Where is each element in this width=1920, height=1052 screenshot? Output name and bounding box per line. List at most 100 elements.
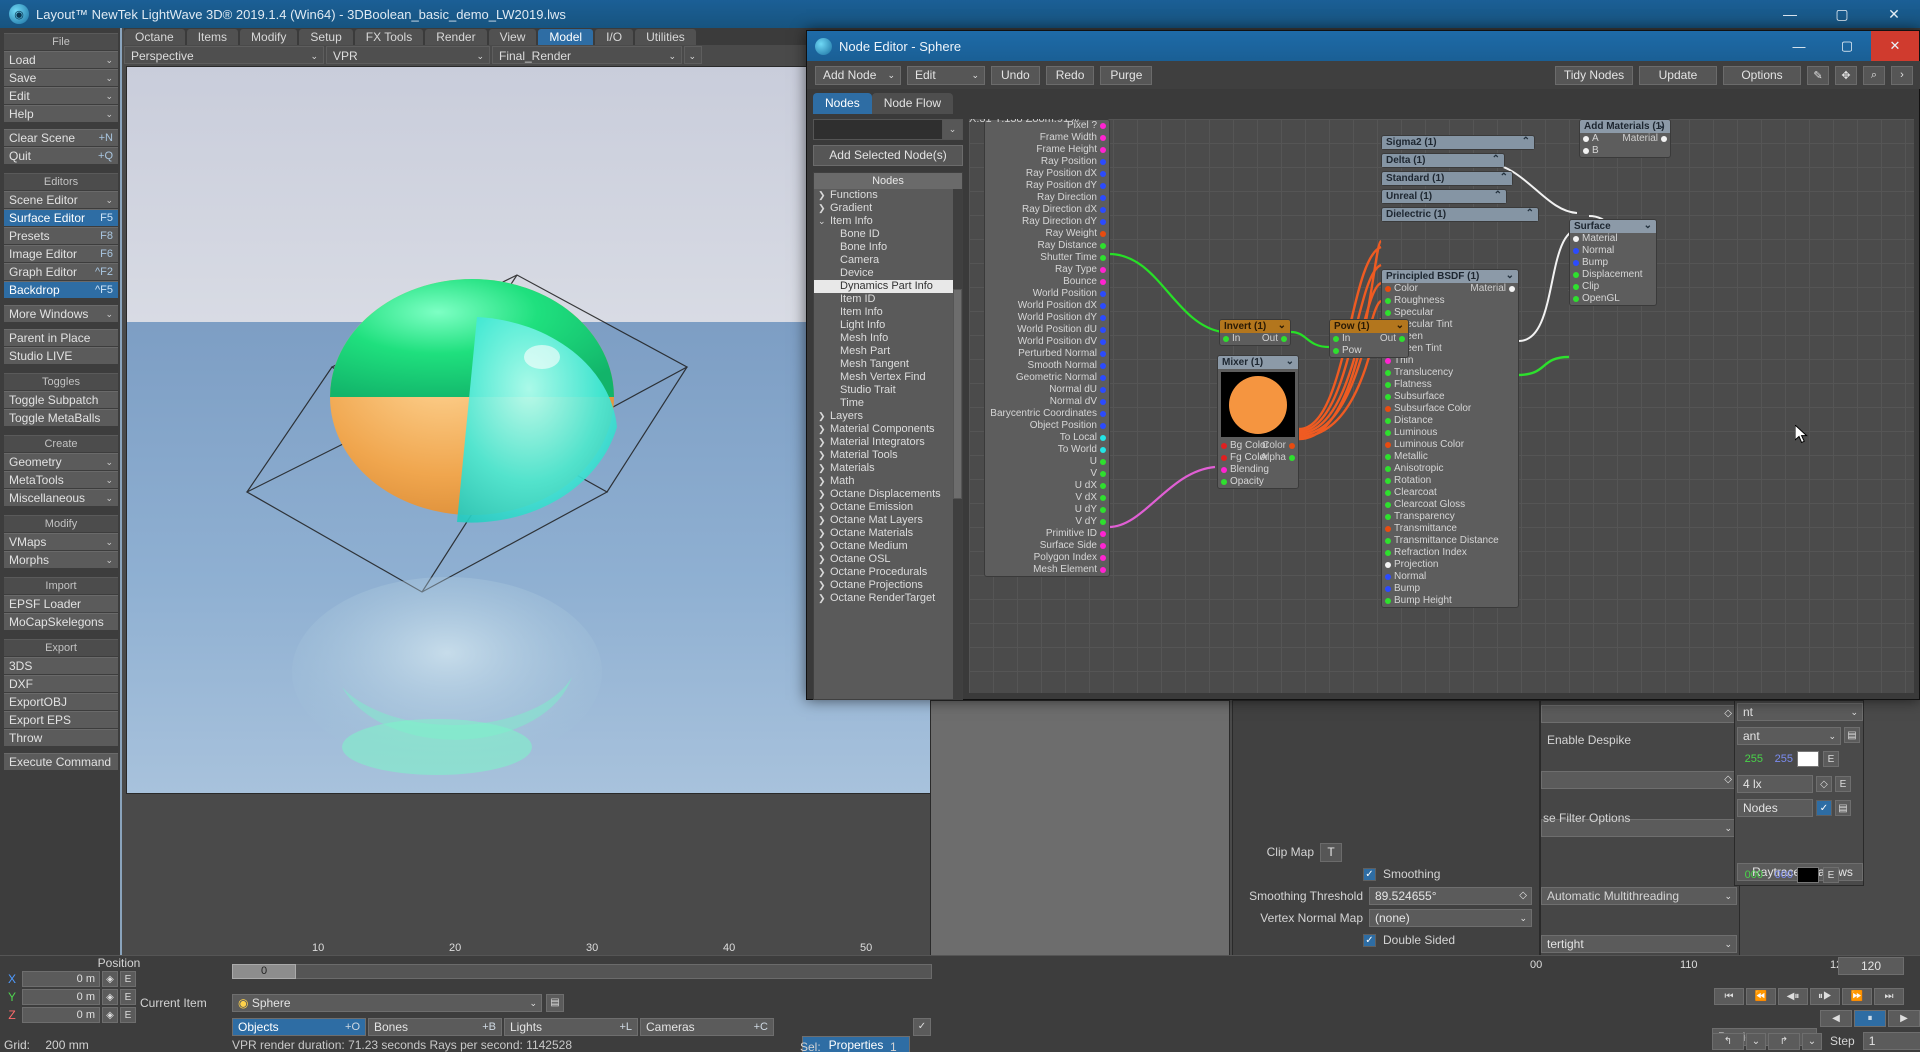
chevron-right-icon[interactable]: ›: [1891, 65, 1913, 85]
tab-model[interactable]: Model: [538, 29, 594, 45]
bsdf-port-flatness[interactable]: Flatness: [1382, 379, 1518, 391]
chevron-up-icon[interactable]: ⌃: [1494, 189, 1502, 202]
current-item-select[interactable]: ◉ Sphere ⌄: [232, 994, 542, 1012]
chevron-right-icon[interactable]: ❯: [818, 436, 830, 449]
tab-utilities[interactable]: Utilities: [635, 29, 696, 45]
input-port-v-dy[interactable]: V dY: [985, 516, 1109, 528]
node-tree-item-math[interactable]: ❯ Math: [814, 475, 962, 488]
input-port-surface-side[interactable]: Surface Side: [985, 540, 1109, 552]
node-tree-item-bone-id[interactable]: Bone ID: [814, 228, 962, 241]
node-tree-item-octane-osl[interactable]: ❯ Octane OSL: [814, 553, 962, 566]
chevron-right-icon[interactable]: ❯: [818, 449, 830, 462]
input-port-u[interactable]: U: [985, 456, 1109, 468]
chevron-up-icon[interactable]: ⌃: [1526, 207, 1534, 220]
bsdf-port-bump-height[interactable]: Bump Height: [1382, 595, 1518, 607]
edit-menu[interactable]: Edit ⌄: [907, 65, 985, 85]
tab-fx-tools[interactable]: FX Tools: [354, 29, 424, 45]
node-tree-item-light-info[interactable]: Light Info: [814, 319, 962, 332]
axis-key-icon[interactable]: ◈: [102, 989, 118, 1005]
input-port-world-position-dx[interactable]: World Position dX: [985, 300, 1109, 312]
node-tab-nodes[interactable]: Nodes: [813, 93, 872, 114]
watertight-select[interactable]: tertight ⌄: [1541, 935, 1737, 953]
input-port-ray-direction[interactable]: Ray Direction: [985, 192, 1109, 204]
invert-in-row[interactable]: In Out: [1220, 333, 1290, 345]
node-editor-maximize-button[interactable]: ▢: [1823, 31, 1871, 61]
chevron-down-icon[interactable]: ⌄: [1658, 119, 1666, 132]
update-button[interactable]: Update: [1639, 65, 1717, 85]
node-tab-node-flow[interactable]: Node Flow: [871, 93, 954, 114]
node-mixer[interactable]: Mixer (1) ⌄ Bg Color Color Fg Color Alpha Bl…: [1217, 355, 1299, 489]
bsdf-port-luminous[interactable]: Luminous: [1382, 427, 1518, 439]
transport-button-1[interactable]: ⏪: [1746, 988, 1776, 1005]
sidebar-item-quit[interactable]: Quit +Q: [4, 147, 118, 164]
bsdf-port-roughness[interactable]: Roughness: [1382, 295, 1518, 307]
node-tree-item-octane-displacements[interactable]: ❯ Octane Displacements: [814, 488, 962, 501]
bsdf-port-bump[interactable]: Bump: [1382, 583, 1518, 595]
chevron-right-icon[interactable]: ❯: [818, 514, 830, 527]
color-swatch[interactable]: [1797, 751, 1819, 767]
tab-octane[interactable]: Octane: [124, 29, 185, 45]
bsdf-port-luminous-color[interactable]: Luminous Color: [1382, 439, 1518, 451]
frame-thumb[interactable]: 0: [232, 964, 296, 979]
tab-items[interactable]: Items: [186, 29, 239, 45]
bsdf-port-subsurface[interactable]: Subsurface: [1382, 391, 1518, 403]
pin-icon[interactable]: ✎: [1807, 65, 1829, 85]
bsdf-port-clearcoat[interactable]: Clearcoat: [1382, 487, 1518, 499]
input-port-world-position-dy[interactable]: World Position dY: [985, 312, 1109, 324]
surface-port-material[interactable]: Material: [1570, 233, 1656, 245]
node-surface-header[interactable]: Surface ⌄: [1570, 220, 1656, 233]
sidebar-item-image-editor[interactable]: Image Editor F6: [4, 245, 118, 262]
chevron-down-icon[interactable]: ⌄: [1506, 269, 1514, 282]
input-port-u-dx[interactable]: U dX: [985, 480, 1109, 492]
view-mode-select[interactable]: Perspective ⌄: [124, 46, 324, 64]
sidebar-item-miscellaneous[interactable]: Miscellaneous ⌄: [4, 489, 118, 506]
node-tree-item-device[interactable]: Device: [814, 267, 962, 280]
transport-button-5[interactable]: ⏭: [1874, 988, 1904, 1005]
render-field-2[interactable]: ◇: [1541, 771, 1737, 789]
sidebar-item-throw[interactable]: Throw: [4, 729, 118, 746]
input-port-normal-dv[interactable]: Normal dV: [985, 396, 1109, 408]
input-port-ray-position-dx[interactable]: Ray Position dX: [985, 168, 1109, 180]
node-tree-item-octane-projections[interactable]: ❯ Octane Projections: [814, 579, 962, 592]
bsdf-port-anisotropic[interactable]: Anisotropic: [1382, 463, 1518, 475]
node-tree-item-item-info[interactable]: ⌄ Item Info: [814, 215, 962, 228]
chevron-up-icon[interactable]: ⌃: [1522, 135, 1530, 148]
node-delta[interactable]: Delta (1) ⌃: [1381, 153, 1505, 168]
input-port-ray-distance[interactable]: Ray Distance: [985, 240, 1109, 252]
node-dielectric-header[interactable]: Dielectric (1) ⌃: [1382, 208, 1538, 221]
node-standard-header[interactable]: Standard (1) ⌃: [1382, 172, 1512, 185]
render-target-select[interactable]: Final_Render ⌄: [492, 46, 682, 64]
node-graph-canvas[interactable]: X:31 Y:138 Zoom:91% Pixel ? Frame Width …: [969, 119, 1914, 693]
node-tree-item-bone-info[interactable]: Bone Info: [814, 241, 962, 254]
node-tree-item-studio-trait[interactable]: Studio Trait: [814, 384, 962, 397]
node-tree-item-material-components[interactable]: ❯ Material Components: [814, 423, 962, 436]
stepper-icon[interactable]: ◇: [1724, 772, 1732, 788]
add-selected-nodes-button[interactable]: Add Selected Node(s): [813, 145, 963, 166]
chevron-right-icon[interactable]: ❯: [818, 501, 830, 514]
shadow-edit-button[interactable]: E: [1823, 867, 1839, 883]
sidebar-item-mocapskelegons[interactable]: MoCapSkelegons: [4, 613, 118, 630]
sidebar-item-help[interactable]: Help ⌄: [4, 105, 118, 122]
stepper-icon[interactable]: ◇: [1724, 706, 1732, 722]
node-mixer-header[interactable]: Mixer (1) ⌄: [1218, 356, 1298, 369]
mixer-port-blending[interactable]: Blending: [1218, 464, 1298, 476]
tab-i-o[interactable]: I/O: [595, 29, 634, 45]
node-pow[interactable]: Pow (1) ⌄ In Out Pow: [1329, 319, 1409, 358]
render-field-1[interactable]: ◇: [1541, 705, 1737, 723]
sidebar-item-export-eps[interactable]: Export EPS: [4, 711, 118, 728]
chevron-right-icon[interactable]: ❯: [818, 540, 830, 553]
tab-setup[interactable]: Setup: [299, 29, 353, 45]
node-tree-item-camera[interactable]: Camera: [814, 254, 962, 267]
input-port-ray-position[interactable]: Ray Position: [985, 156, 1109, 168]
axis-edit-icon[interactable]: E: [120, 1007, 136, 1023]
node-tree-item-mesh-part[interactable]: Mesh Part: [814, 345, 962, 358]
input-port-mesh-element[interactable]: Mesh Element: [985, 564, 1109, 576]
axis-key-icon[interactable]: ◈: [102, 1007, 118, 1023]
bsdf-port-metallic[interactable]: Metallic: [1382, 451, 1518, 463]
sidebar-item-save[interactable]: Save ⌄: [4, 69, 118, 86]
sidebar-item-load[interactable]: Load ⌄: [4, 51, 118, 68]
node-tree-item-gradient[interactable]: ❯ Gradient: [814, 202, 962, 215]
input-port-geometric-normal[interactable]: Geometric Normal: [985, 372, 1109, 384]
item-list-icon[interactable]: ▤: [546, 994, 564, 1012]
sidebar-item-clear-scene[interactable]: Clear Scene +N: [4, 129, 118, 146]
